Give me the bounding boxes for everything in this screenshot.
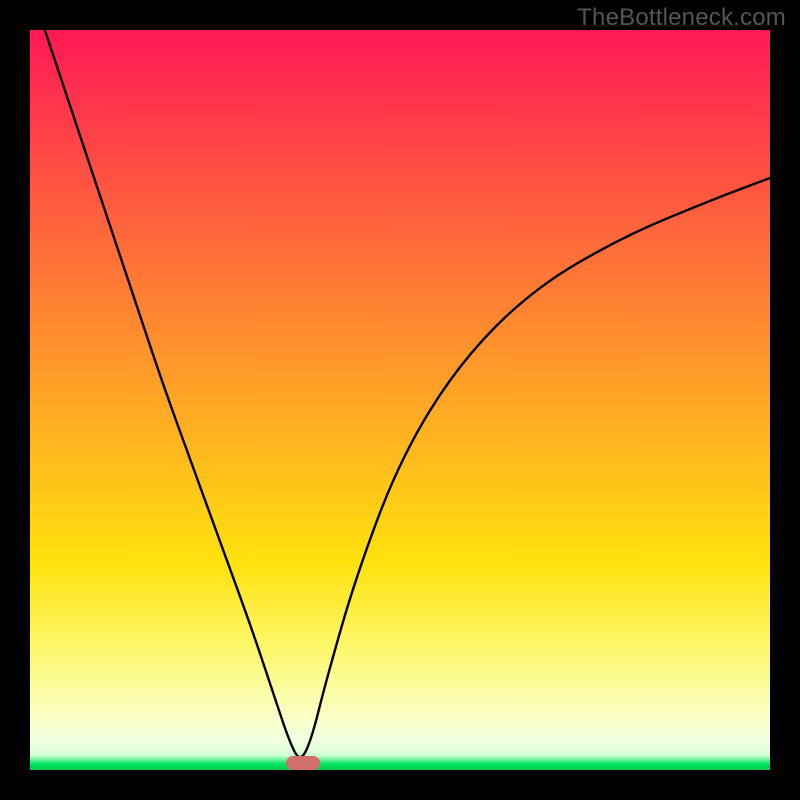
- plot-area: [30, 30, 770, 770]
- watermark-text: TheBottleneck.com: [577, 4, 786, 32]
- curve-path: [45, 30, 770, 757]
- chart-frame: TheBottleneck.com: [0, 0, 800, 800]
- bottleneck-curve: [30, 30, 770, 770]
- optimal-marker: [286, 756, 320, 770]
